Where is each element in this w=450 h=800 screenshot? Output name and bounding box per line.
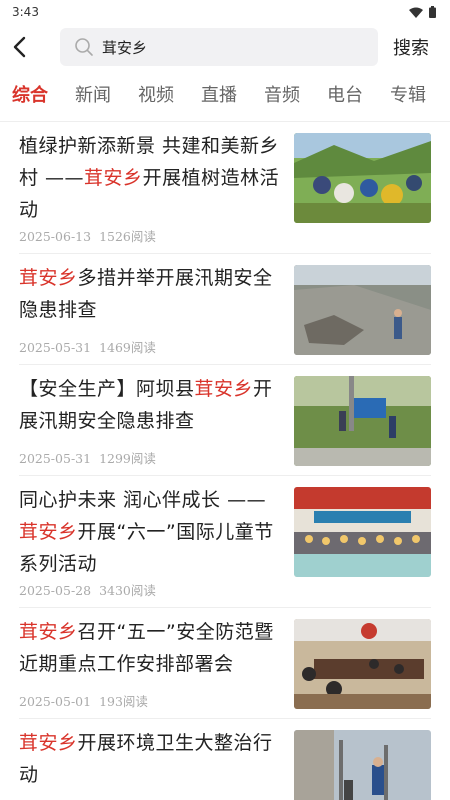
- childrens-day-photo[interactable]: [294, 487, 431, 577]
- news-meta: 2025-05-31 1299阅读: [19, 448, 284, 467]
- publish-date: 2025-05-31: [19, 451, 92, 466]
- meeting-room-photo[interactable]: [294, 619, 431, 709]
- highlight-keyword: 茸安乡: [84, 167, 143, 189]
- landslide-inspection-photo[interactable]: [294, 265, 431, 355]
- status-time: 3:43: [12, 5, 39, 19]
- news-meta: 2025-05-31 1469阅读: [19, 337, 284, 356]
- search-input[interactable]: 茸安乡: [60, 28, 378, 66]
- news-title[interactable]: 【安全生产】阿坝县茸安乡开展汛期安全隐患排查: [19, 373, 284, 437]
- sign-inspection-photo[interactable]: [294, 376, 431, 466]
- news-title[interactable]: 同心护未来 润心伴成长 ——茸安乡开展“六一”国际儿童节系列活动: [19, 484, 284, 580]
- highlight-keyword: 茸安乡: [194, 378, 254, 400]
- tab-1[interactable]: 新闻: [75, 70, 111, 122]
- news-item[interactable]: 同心护未来 润心伴成长 ——茸安乡开展“六一”国际儿童节系列活动 2025-05-…: [19, 476, 431, 608]
- publish-date: 2025-06-13: [19, 229, 92, 244]
- publish-date: 2025-05-28: [19, 583, 92, 598]
- read-count: 193阅读: [99, 694, 148, 709]
- news-text: 茸安乡召开“五一”安全防范暨近期重点工作安排部署会 2025-05-01 193阅读: [19, 616, 294, 718]
- tab-5[interactable]: 电台: [327, 70, 363, 122]
- news-text: 同心护未来 润心伴成长 ——茸安乡开展“六一”国际儿童节系列活动 2025-05-…: [19, 484, 294, 607]
- news-item[interactable]: 茸安乡开展环境卫生大整治行动: [19, 719, 431, 800]
- title-segment: 同心护未来 润心伴成长 ——: [19, 489, 267, 511]
- search-header: 茸安乡 搜索: [0, 24, 450, 70]
- read-count: 1299阅读: [99, 451, 156, 466]
- chevron-left-icon: [13, 36, 26, 58]
- news-text: 植绿护新添新景 共建和美新乡村 ——茸安乡开展植树造林活动 2025-06-13 1…: [19, 130, 294, 253]
- news-item[interactable]: 茸安乡召开“五一”安全防范暨近期重点工作安排部署会 2025-05-01 193阅读: [19, 608, 431, 719]
- tab-6[interactable]: 专辑: [390, 70, 426, 122]
- status-icons: [409, 6, 436, 18]
- publish-date: 2025-05-01: [19, 694, 92, 709]
- wifi-icon: [409, 7, 423, 18]
- news-text: 【安全生产】阿坝县茸安乡开展汛期安全隐患排查 2025-05-31 1299阅读: [19, 373, 294, 475]
- read-count: 1526阅读: [99, 229, 156, 244]
- category-tabs: 综合 新闻 视频 直播 音频 电台 专辑: [0, 70, 450, 122]
- news-title[interactable]: 茸安乡多措并举开展汛期安全隐患排查: [19, 262, 284, 326]
- news-meta: 2025-06-13 1526阅读: [19, 226, 284, 245]
- news-item[interactable]: 植绿护新添新景 共建和美新乡村 ——茸安乡开展植树造林活动 2025-06-13 1…: [19, 122, 431, 254]
- title-segment: 【安全生产】阿坝县: [19, 378, 195, 400]
- highlight-keyword: 茸安乡: [19, 621, 78, 643]
- news-title[interactable]: 茸安乡召开“五一”安全防范暨近期重点工作安排部署会: [19, 616, 284, 680]
- highlight-keyword: 茸安乡: [19, 732, 78, 754]
- search-button[interactable]: 搜索: [393, 34, 429, 60]
- back-button[interactable]: [12, 27, 42, 67]
- publish-date: 2025-05-31: [19, 340, 92, 355]
- news-list: 植绿护新添新景 共建和美新乡村 ——茸安乡开展植树造林活动 2025-06-13 1…: [0, 122, 450, 800]
- news-item[interactable]: 茸安乡多措并举开展汛期安全隐患排查 2025-05-31 1469阅读: [19, 254, 431, 365]
- read-count: 3430阅读: [99, 583, 156, 598]
- tab-4[interactable]: 音频: [264, 70, 300, 122]
- tab-2[interactable]: 视频: [138, 70, 174, 122]
- news-text: 茸安乡多措并举开展汛期安全隐患排查 2025-05-31 1469阅读: [19, 262, 294, 364]
- search-query: 茸安乡: [102, 38, 148, 57]
- street-cleanup-photo[interactable]: [294, 730, 431, 800]
- read-count: 1469阅读: [99, 340, 156, 355]
- highlight-keyword: 茸安乡: [19, 521, 78, 543]
- news-item[interactable]: 【安全生产】阿坝县茸安乡开展汛期安全隐患排查 2025-05-31 1299阅读: [19, 365, 431, 476]
- battery-icon: [429, 6, 436, 18]
- tree-planting-photo[interactable]: [294, 133, 431, 223]
- search-icon: [75, 38, 93, 56]
- news-text: 茸安乡开展环境卫生大整治行动: [19, 727, 294, 800]
- news-meta: 2025-05-01 193阅读: [19, 691, 284, 710]
- highlight-keyword: 茸安乡: [19, 267, 78, 289]
- status-bar: 3:43: [0, 0, 450, 24]
- tab-3[interactable]: 直播: [201, 70, 237, 122]
- news-title[interactable]: 茸安乡开展环境卫生大整治行动: [19, 727, 284, 791]
- tab-0[interactable]: 综合: [12, 70, 48, 122]
- news-title[interactable]: 植绿护新添新景 共建和美新乡村 ——茸安乡开展植树造林活动: [19, 130, 284, 226]
- news-meta: 2025-05-28 3430阅读: [19, 580, 284, 599]
